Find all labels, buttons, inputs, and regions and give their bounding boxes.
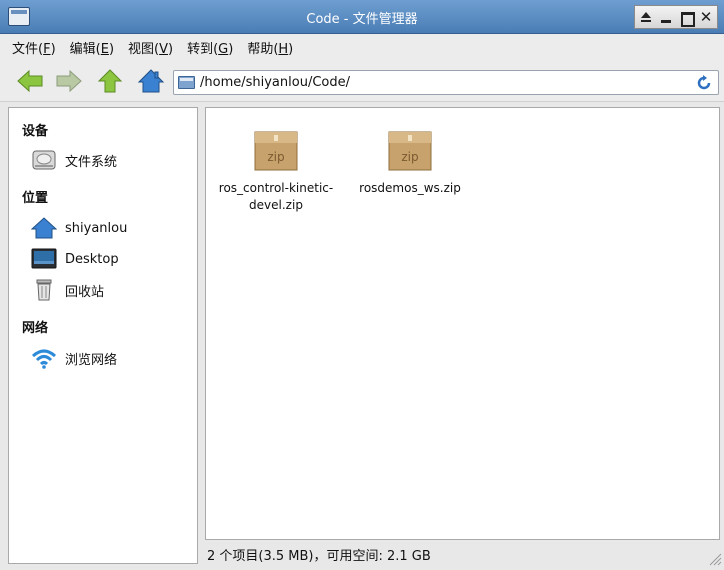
close-icon[interactable]: ✕ [699,10,713,25]
sidebar-item-label: 回收站 [65,284,105,300]
menu-go[interactable]: 转到(G) [187,38,233,57]
minimize-icon[interactable] [659,10,673,24]
hard-drive-icon [31,148,57,172]
sidebar-item-filesystem[interactable]: 文件系统 [31,147,117,173]
sidebar-item-desktop[interactable]: Desktop [31,246,119,272]
window-controls: ✕ [634,5,718,29]
maximize-icon[interactable] [679,10,695,27]
up-button[interactable] [95,68,125,94]
file-name: rosdemos_ws.zip [359,181,461,195]
menu-view[interactable]: 视图(V) [128,38,173,57]
sidebar-item-label: Desktop [65,251,119,267]
menu-help[interactable]: 帮助(H) [247,38,293,57]
home-icon [137,69,165,93]
wifi-icon [31,346,57,370]
title-bar[interactable]: Code - 文件管理器 ✕ [0,0,724,34]
refresh-icon[interactable] [695,74,713,92]
address-path[interactable]: /home/shiyanlou/Code/ [200,75,350,90]
home-button[interactable] [136,68,166,94]
resize-grip-icon[interactable] [706,550,722,566]
toolbar: /home/shiyanlou/Code/ [0,60,724,102]
forward-button[interactable] [54,68,84,94]
sidebar-item-network[interactable]: 浏览网络 [31,345,117,371]
network-heading: 网络 [22,321,49,336]
up-arrow-icon [97,69,123,93]
file-item-rosdemos[interactable]: zip rosdemos_ws.zip [346,126,474,197]
zip-archive-icon: zip [252,126,300,172]
desktop-icon [31,247,57,271]
menu-file[interactable]: 文件(F) [12,38,56,57]
folder-icon [178,76,195,89]
menu-bar: 文件(F) 编辑(E) 视图(V) 转到(G) 帮助(H) [0,34,724,60]
sidebar-item-home[interactable]: shiyanlou [30,215,128,241]
status-bar: 2 个项目(3.5 MB)，可用空间: 2.1 GB [205,542,724,566]
address-bar[interactable]: /home/shiyanlou/Code/ [173,70,719,95]
sidebar-item-label: shiyanlou [65,220,128,236]
home-folder-icon [30,216,58,240]
trash-icon [31,278,57,302]
file-name: ros_control-kinetic- devel.zip [218,181,334,212]
devices-heading: 设备 [22,124,49,139]
svg-text:zip: zip [401,150,418,164]
places-heading: 位置 [22,191,49,206]
back-button[interactable] [15,68,45,94]
forward-arrow-icon [56,69,82,93]
svg-text:zip: zip [267,150,284,164]
file-item-ros-control[interactable]: zip ros_control-kinetic- devel.zip [212,126,340,214]
menu-edit[interactable]: 编辑(E) [70,38,114,57]
sidebar-item-trash[interactable]: 回收站 [31,277,104,303]
side-pane: 设备 文件系统 位置 shiyanlou Desktop 回收站 网络 浏览网络 [8,107,198,564]
zip-archive-icon: zip [386,126,434,172]
status-text: 2 个项目(3.5 MB)，可用空间: 2.1 GB [207,549,431,564]
back-arrow-icon [17,69,43,93]
sidebar-item-label: 文件系统 [65,154,118,170]
window-title: Code - 文件管理器 [306,12,418,27]
sidebar-item-label: 浏览网络 [65,352,118,368]
shade-icon[interactable] [639,10,653,24]
file-view[interactable]: zip ros_control-kinetic- devel.zip zip r… [205,107,720,540]
